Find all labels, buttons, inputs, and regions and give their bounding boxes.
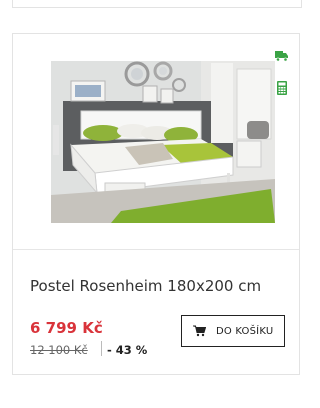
discount-badge: - 43 % bbox=[107, 343, 148, 357]
original-price: 12 100 Kč bbox=[30, 343, 88, 357]
truck-icon[interactable] bbox=[275, 48, 289, 62]
shopping-cart-icon bbox=[193, 325, 206, 337]
product-image[interactable] bbox=[51, 61, 275, 223]
add-to-cart-button[interactable]: DO KOŠÍKU bbox=[181, 315, 285, 347]
product-card[interactable]: Postel Rosenheim 180x200 cm 6 799 Kč 12 … bbox=[12, 33, 300, 375]
product-title[interactable]: Postel Rosenheim 180x200 cm bbox=[30, 277, 292, 295]
add-to-cart-label: DO KOŠÍKU bbox=[216, 325, 274, 337]
price-separator bbox=[101, 341, 102, 356]
previous-product-card bbox=[12, 0, 302, 8]
card-divider bbox=[13, 249, 299, 250]
calculator-icon[interactable] bbox=[275, 81, 289, 95]
current-price: 6 799 Kč bbox=[30, 319, 103, 337]
